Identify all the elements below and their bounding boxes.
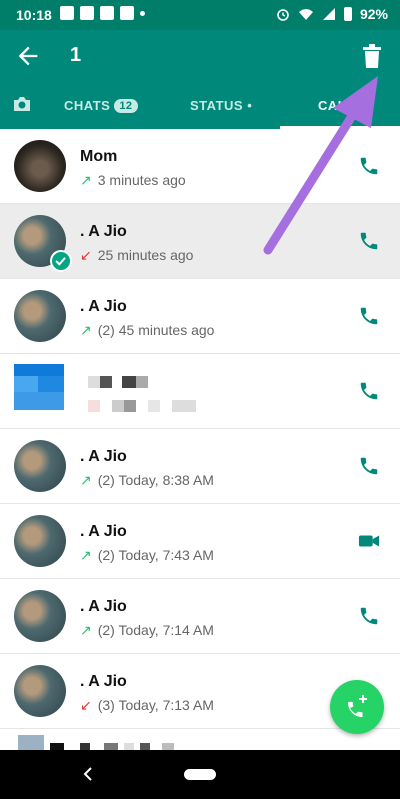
add-call-icon bbox=[348, 695, 367, 717]
phone-icon[interactable] bbox=[358, 605, 380, 627]
status-bar: 10:18 92% bbox=[0, 0, 400, 30]
tab-status[interactable]: STATUS • bbox=[190, 98, 252, 113]
tab-calls-label: CALLS bbox=[318, 98, 364, 113]
battery-icon bbox=[343, 7, 352, 21]
contact-name: Mom bbox=[80, 148, 118, 165]
avatar bbox=[14, 290, 66, 342]
call-details: ↗ (2) Today, 8:38 AM bbox=[80, 472, 214, 489]
wifi-icon bbox=[298, 9, 313, 20]
call-row-selected[interactable]: . A Jio ↙ 25 minutes ago bbox=[0, 204, 400, 279]
app-icon bbox=[120, 6, 134, 20]
avatar bbox=[14, 515, 66, 567]
call-details: ↙ (3) Today, 7:13 AM bbox=[80, 697, 214, 714]
phone-icon[interactable] bbox=[358, 380, 380, 402]
outgoing-arrow-icon: ↗ bbox=[80, 472, 92, 488]
selection-app-bar: 1 bbox=[0, 30, 400, 82]
message-icon bbox=[80, 6, 94, 20]
call-details: ↗ 3 minutes ago bbox=[80, 172, 186, 189]
outgoing-arrow-icon: ↗ bbox=[80, 172, 92, 188]
camera-icon[interactable] bbox=[12, 96, 32, 112]
call-row[interactable]: . A Jio ↗ (2) Today, 7:43 AM bbox=[0, 504, 400, 579]
avatar bbox=[14, 440, 66, 492]
calls-list: Mom ↗ 3 minutes ago . A Jio ↙ 25 minutes a… bbox=[0, 129, 400, 759]
call-details: ↙ 25 minutes ago bbox=[80, 247, 193, 264]
image-icon bbox=[60, 6, 74, 20]
calendar-icon bbox=[100, 6, 114, 20]
avatar bbox=[14, 665, 66, 717]
outgoing-arrow-icon: ↗ bbox=[80, 547, 92, 563]
status-time: 10:18 bbox=[16, 7, 52, 23]
alarm-icon bbox=[277, 9, 289, 21]
delete-icon[interactable] bbox=[360, 42, 384, 70]
call-details: ↗ (2) Today, 7:43 AM bbox=[80, 547, 214, 564]
contact-name: . A Jio bbox=[80, 598, 127, 615]
tab-bar: CHATS 12 STATUS • CALLS bbox=[0, 82, 400, 129]
tab-calls[interactable]: CALLS bbox=[318, 98, 364, 113]
missed-arrow-icon: ↙ bbox=[80, 247, 92, 263]
phone-icon[interactable] bbox=[358, 230, 380, 252]
system-nav-bar bbox=[0, 750, 400, 799]
call-time: (3) Today, 7:13 AM bbox=[97, 697, 214, 713]
outgoing-arrow-icon: ↗ bbox=[80, 322, 92, 338]
contact-name: . A Jio bbox=[80, 298, 127, 315]
video-call-icon[interactable] bbox=[358, 530, 380, 552]
call-row-blurred[interactable] bbox=[0, 354, 400, 429]
selected-count: 1 bbox=[70, 44, 82, 66]
back-arrow-icon[interactable] bbox=[14, 42, 42, 70]
call-time: (2) Today, 7:43 AM bbox=[97, 547, 214, 563]
call-time: 25 minutes ago bbox=[97, 247, 194, 263]
selected-check-icon bbox=[50, 250, 72, 272]
contact-name: . A Jio bbox=[80, 673, 127, 690]
unread-badge: 12 bbox=[114, 99, 138, 113]
call-details: ↗ (2) Today, 7:14 AM bbox=[80, 622, 214, 639]
phone-icon[interactable] bbox=[358, 305, 380, 327]
nav-back-icon[interactable] bbox=[80, 764, 96, 784]
call-row[interactable]: . A Jio ↗ (2) Today, 8:38 AM bbox=[0, 429, 400, 504]
nav-home-pill[interactable] bbox=[184, 769, 216, 780]
call-row[interactable]: Mom ↗ 3 minutes ago bbox=[0, 129, 400, 204]
call-time: (2) Today, 8:38 AM bbox=[97, 472, 214, 488]
avatar bbox=[14, 590, 66, 642]
tab-chats[interactable]: CHATS 12 bbox=[64, 98, 138, 113]
battery-level: 92% bbox=[359, 6, 388, 22]
contact-name: . A Jio bbox=[80, 523, 127, 540]
outgoing-arrow-icon: ↗ bbox=[80, 622, 92, 638]
call-row[interactable]: . A Jio ↗ (2) 45 minutes ago bbox=[0, 279, 400, 354]
tab-status-label: STATUS bbox=[190, 98, 244, 113]
signal-icon bbox=[322, 8, 335, 20]
phone-icon[interactable] bbox=[358, 155, 380, 177]
call-time: 3 minutes ago bbox=[97, 172, 186, 188]
avatar bbox=[14, 140, 66, 192]
call-row[interactable]: . A Jio ↗ (2) Today, 7:14 AM bbox=[0, 579, 400, 654]
missed-arrow-icon: ↙ bbox=[80, 697, 92, 713]
contact-name: . A Jio bbox=[80, 223, 127, 240]
call-details: ↗ (2) 45 minutes ago bbox=[80, 322, 214, 339]
more-notifications-icon bbox=[140, 11, 145, 16]
new-call-fab[interactable] bbox=[330, 680, 384, 734]
notification-icons bbox=[60, 6, 145, 20]
call-time: (2) 45 minutes ago bbox=[97, 322, 215, 338]
phone-icon[interactable] bbox=[358, 455, 380, 477]
tab-chats-label: CHATS bbox=[64, 98, 111, 113]
contact-name: . A Jio bbox=[80, 448, 127, 465]
call-time: (2) Today, 7:14 AM bbox=[97, 622, 214, 638]
